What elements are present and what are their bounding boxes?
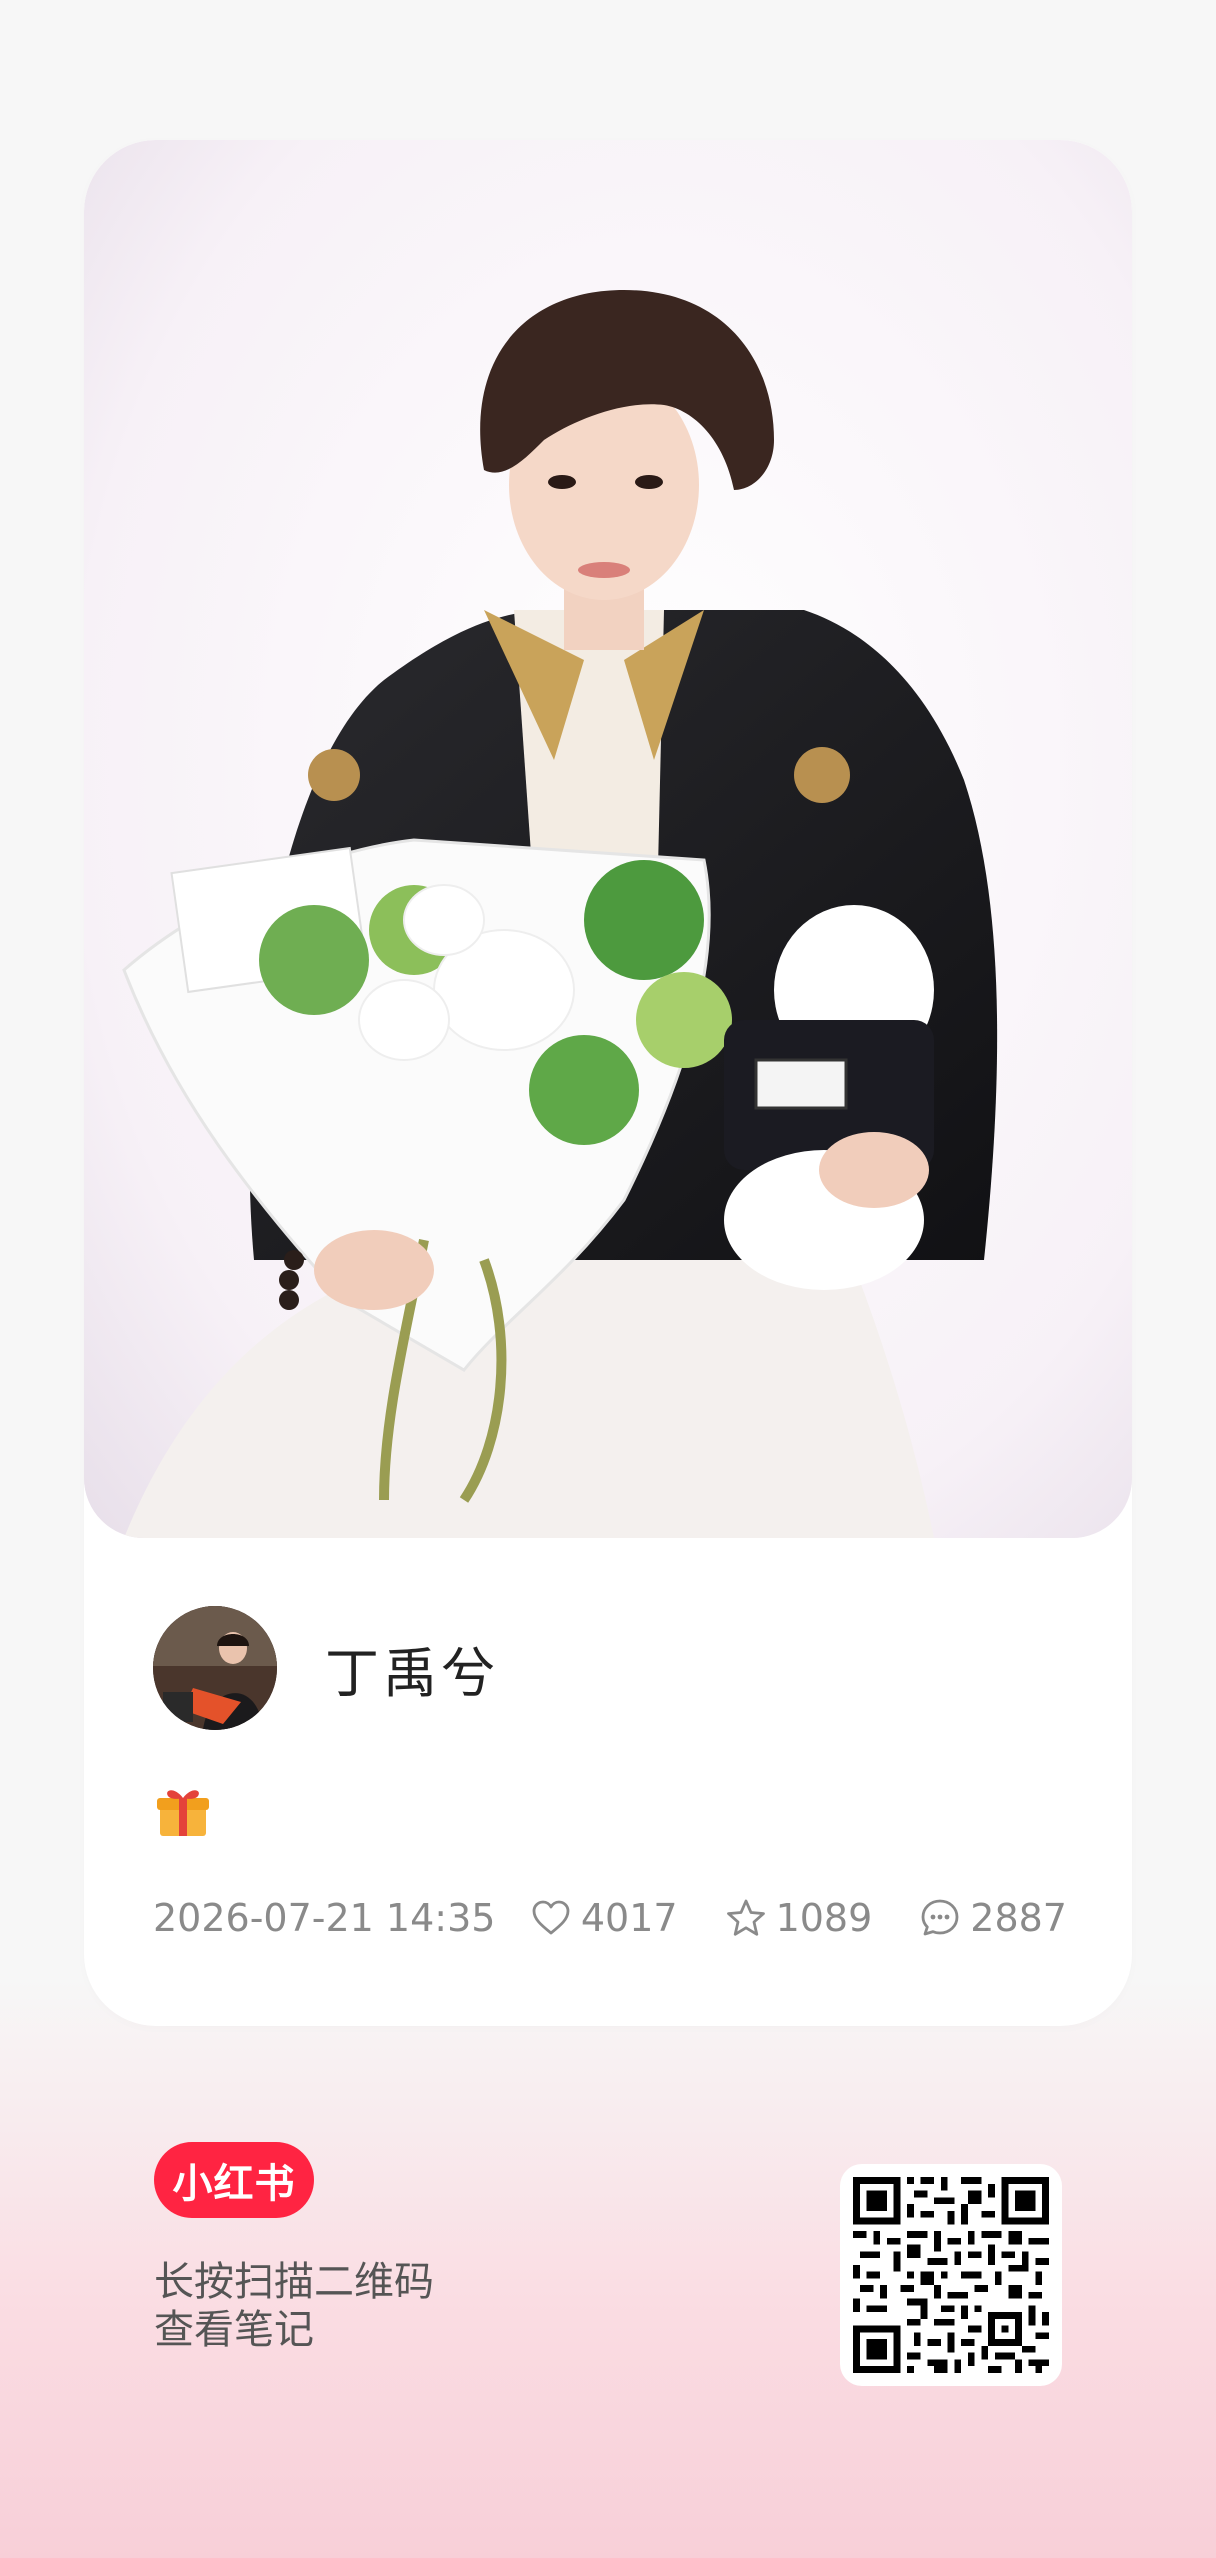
post-date: 2026-07-21 14:35 <box>153 1896 496 1940</box>
avatar[interactable] <box>153 1606 277 1730</box>
qr-code-icon <box>853 2177 1049 2373</box>
star-icon <box>726 1899 765 1936</box>
collect-stat[interactable]: 1089 <box>724 1896 873 1940</box>
avatar-image <box>153 1606 277 1730</box>
author-name[interactable]: 丁禹兮 <box>325 1629 499 1708</box>
comment-stat[interactable]: 2887 <box>918 1896 1067 1940</box>
xiaohongshu-logo: 小红书 <box>154 2142 314 2218</box>
heart-icon <box>532 1900 570 1935</box>
photo-illustration <box>84 140 1132 1538</box>
collect-count: 1089 <box>775 1896 873 1940</box>
scan-hint-line2: 查看笔记 <box>154 2307 314 2353</box>
comment-icon <box>921 1899 959 1936</box>
like-stat[interactable]: 4017 <box>529 1896 678 1940</box>
note-card: 丁禹兮 2026-07-21 14:35 4017 1089 2887 <box>84 140 1132 2026</box>
like-count: 4017 <box>580 1896 678 1940</box>
comment-count: 2887 <box>970 1896 1067 1940</box>
author-row[interactable]: 丁禹兮 <box>153 1606 499 1730</box>
scan-hint: 长按扫描二维码 查看笔记 <box>154 2258 434 2354</box>
qr-code[interactable] <box>840 2164 1062 2386</box>
gift-icon <box>154 1782 212 1840</box>
post-photo[interactable] <box>84 140 1132 1538</box>
stats-group: 4017 1089 2887 <box>529 1896 1067 1940</box>
meta-row: 2026-07-21 14:35 4017 1089 2887 <box>153 1888 1067 1948</box>
scan-hint-line1: 长按扫描二维码 <box>154 2259 434 2305</box>
